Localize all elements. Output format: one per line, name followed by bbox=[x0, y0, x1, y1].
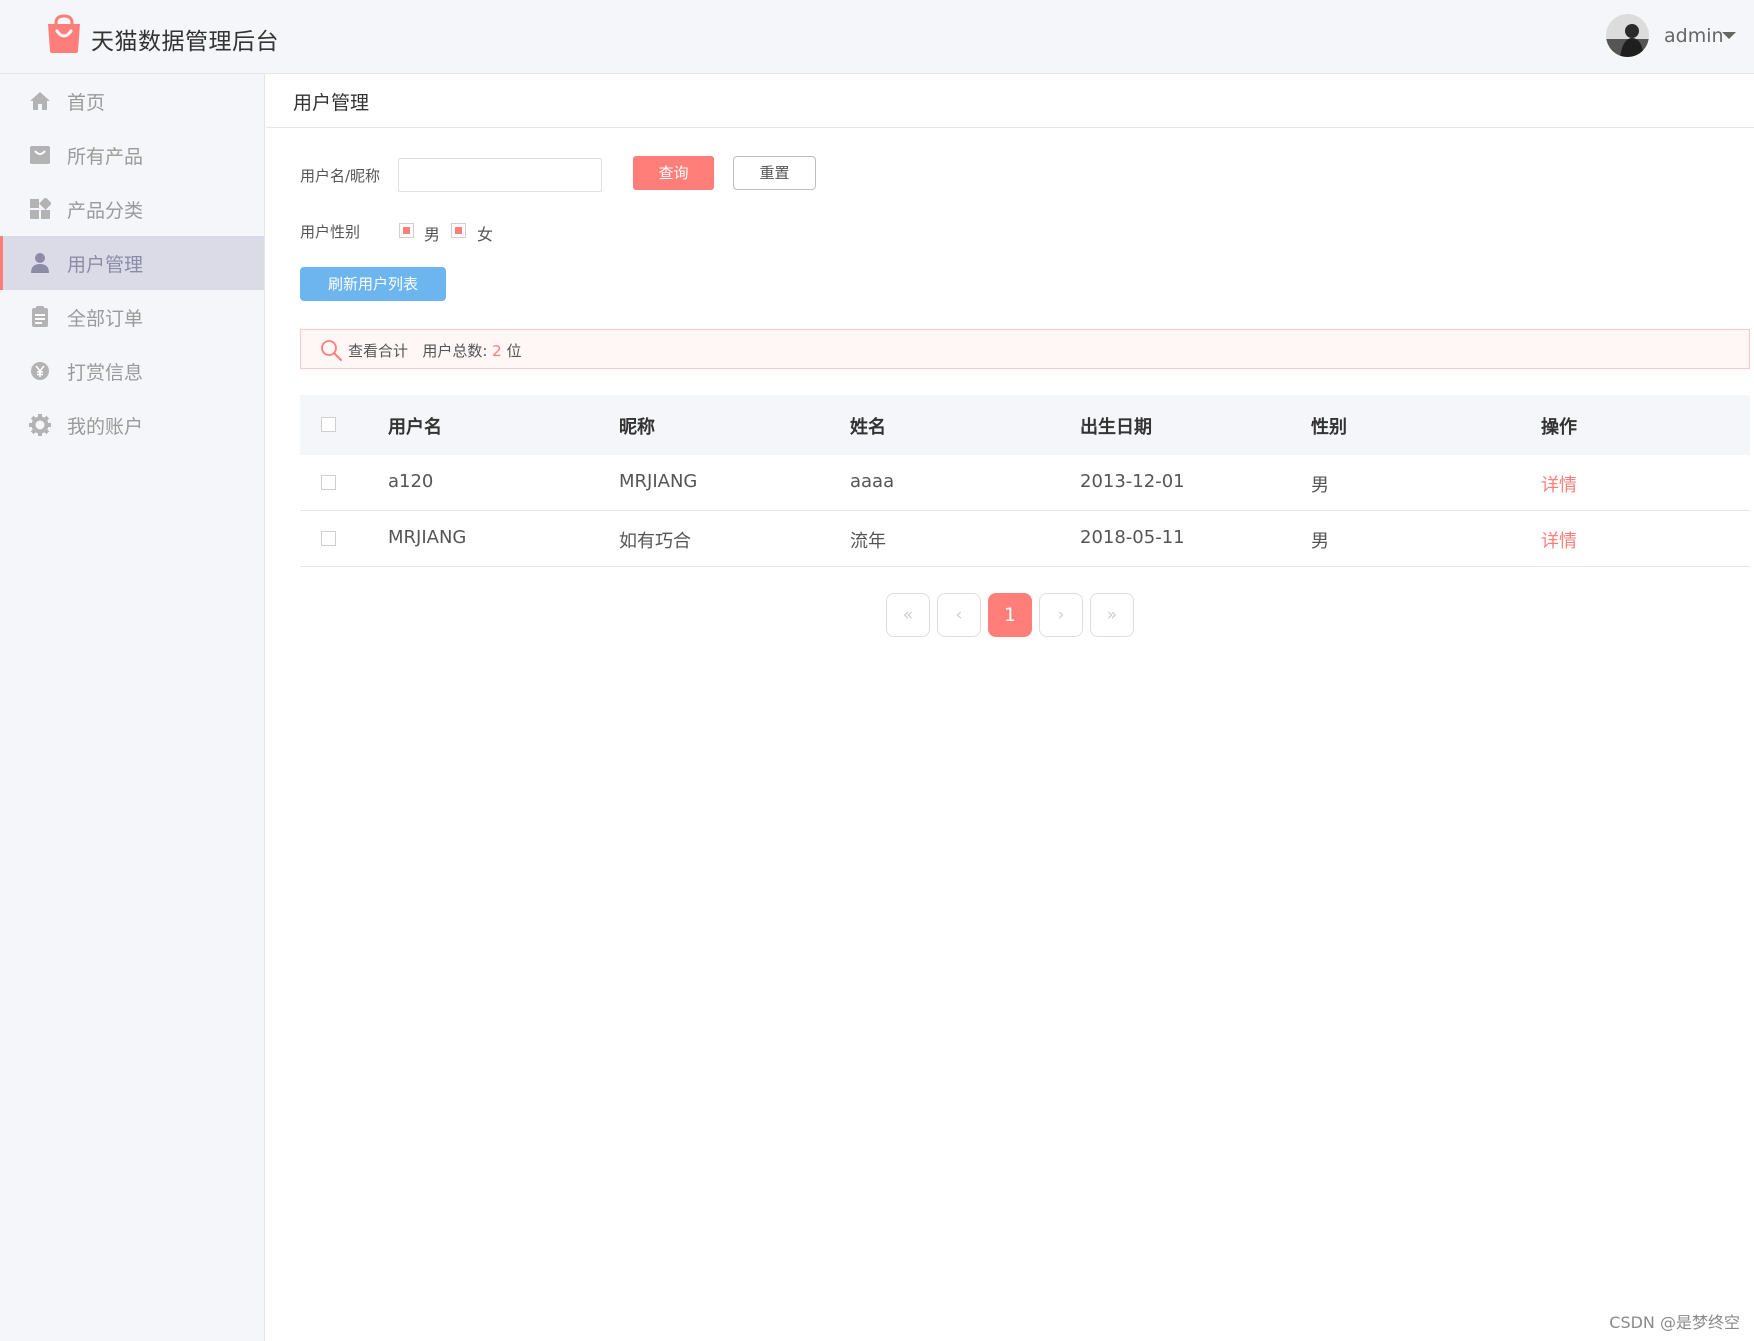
sidebar-item-products[interactable]: 所有产品 bbox=[0, 128, 264, 182]
gender-female-label: 女 bbox=[477, 225, 494, 244]
refresh-user-list-button[interactable]: 刷新用户列表 bbox=[300, 267, 446, 301]
sidebar-item-account[interactable]: 我的账户 bbox=[0, 398, 264, 452]
sidebar-item-orders[interactable]: 全部订单 bbox=[0, 290, 264, 344]
column-header: 操作 bbox=[1541, 417, 1577, 438]
sidebar-item-rewards[interactable]: 打赏信息 bbox=[0, 344, 264, 398]
app-title: 天猫数据管理后台 bbox=[91, 29, 279, 55]
page-1-button[interactable]: 1 bbox=[988, 593, 1032, 637]
gender-filter-label: 用户性别 bbox=[300, 223, 361, 241]
cell-name: aaaa bbox=[850, 471, 895, 492]
sidebar-item-home[interactable]: 首页 bbox=[0, 74, 264, 128]
details-link[interactable]: 详情 bbox=[1541, 527, 1577, 553]
sidebar: 首页 所有产品 产品分类 用户管理 全部订单 打赏信息 我的账户 bbox=[0, 74, 265, 1341]
name-search-input[interactable] bbox=[398, 158, 602, 192]
sidebar-item-label: 首页 bbox=[67, 92, 106, 114]
column-header[interactable]: 昵称 bbox=[619, 413, 655, 439]
row-checkbox[interactable] bbox=[321, 475, 336, 490]
sidebar-item-label: 打赏信息 bbox=[67, 362, 144, 384]
product-icon bbox=[30, 146, 50, 164]
user-count: 2 bbox=[492, 342, 502, 360]
table-row: a120 MRJIANG aaaa 2013-12-01 男 详情 bbox=[300, 455, 1750, 511]
details-link[interactable]: 详情 bbox=[1541, 471, 1577, 497]
watermark: CSDN @是梦终空 bbox=[1609, 1313, 1740, 1332]
gender-female-checkbox[interactable] bbox=[451, 223, 466, 238]
sidebar-item-label: 用户管理 bbox=[67, 254, 144, 276]
search-icon bbox=[321, 340, 342, 361]
cell-username: a120 bbox=[388, 471, 434, 492]
last-page-button[interactable]: » bbox=[1090, 593, 1134, 637]
summary-text: 查看合计 用户总数: 2 位 bbox=[348, 340, 522, 361]
home-icon bbox=[30, 92, 50, 110]
chevron-down-icon[interactable] bbox=[1722, 32, 1736, 39]
next-page-button[interactable]: › bbox=[1039, 593, 1083, 637]
category-icon bbox=[30, 198, 51, 219]
first-page-button[interactable]: « bbox=[886, 593, 930, 637]
column-header[interactable]: 性别 bbox=[1311, 413, 1347, 439]
cell-birthday: 2013-12-01 bbox=[1080, 471, 1185, 492]
sidebar-item-users[interactable]: 用户管理 bbox=[0, 236, 264, 290]
reset-button[interactable]: 重置 bbox=[733, 156, 816, 190]
shopping-bag-icon[interactable] bbox=[45, 14, 83, 54]
cell-name: 流年 bbox=[850, 531, 886, 552]
table-header: 用户名 昵称 姓名 出生日期 性别 操作 bbox=[300, 395, 1750, 455]
user-count-label: 用户总数: bbox=[422, 342, 488, 360]
order-icon bbox=[32, 306, 48, 327]
main-content: 用户管理 用户名/昵称 查询 重置 用户性别 男 女 刷新用户列表 查看合计 用… bbox=[266, 74, 1754, 1341]
sidebar-item-categories[interactable]: 产品分类 bbox=[0, 182, 264, 236]
user-icon bbox=[31, 253, 49, 273]
user-count-unit: 位 bbox=[506, 342, 522, 360]
top-header: 天猫数据管理后台 admin bbox=[0, 0, 1754, 74]
user-avatar[interactable] bbox=[1606, 14, 1649, 57]
column-header[interactable]: 姓名 bbox=[850, 413, 886, 439]
cell-username: MRJIANG bbox=[388, 527, 467, 548]
prev-page-button[interactable]: ‹ bbox=[937, 593, 981, 637]
select-all-checkbox[interactable] bbox=[321, 417, 336, 432]
sidebar-item-label: 所有产品 bbox=[67, 146, 144, 168]
summary-prefix: 查看合计 bbox=[348, 342, 409, 360]
page-title: 用户管理 bbox=[293, 92, 370, 114]
sidebar-item-label: 产品分类 bbox=[67, 200, 144, 222]
cell-birthday: 2018-05-11 bbox=[1080, 527, 1185, 548]
username[interactable]: admin bbox=[1664, 25, 1724, 47]
cell-nickname: MRJIANG bbox=[619, 471, 698, 492]
sidebar-item-label: 我的账户 bbox=[67, 416, 144, 438]
column-header[interactable]: 出生日期 bbox=[1080, 413, 1152, 439]
gear-icon bbox=[29, 414, 51, 436]
divider bbox=[266, 127, 1754, 128]
name-filter-label: 用户名/昵称 bbox=[300, 167, 381, 185]
row-checkbox[interactable] bbox=[321, 531, 336, 546]
gender-male-checkbox[interactable] bbox=[399, 223, 414, 238]
cell-gender: 男 bbox=[1311, 531, 1329, 552]
column-header[interactable]: 用户名 bbox=[388, 413, 442, 439]
sidebar-item-label: 全部订单 bbox=[67, 308, 144, 330]
summary-bar: 查看合计 用户总数: 2 位 bbox=[300, 329, 1750, 369]
yen-coin-icon bbox=[31, 362, 49, 380]
gender-male-label: 男 bbox=[424, 225, 441, 244]
table-row: MRJIANG 如有巧合 流年 2018-05-11 男 详情 bbox=[300, 511, 1750, 567]
cell-nickname: 如有巧合 bbox=[619, 531, 691, 552]
cell-gender: 男 bbox=[1311, 475, 1329, 496]
query-button[interactable]: 查询 bbox=[633, 156, 714, 190]
